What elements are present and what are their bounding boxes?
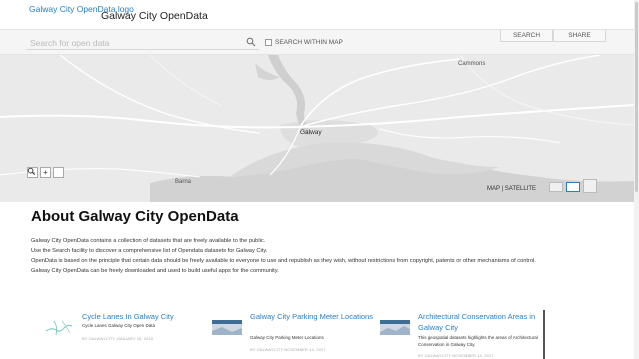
conservation-areas-thumbnail[interactable] <box>380 317 410 339</box>
about-paragraph: Galway City OpenData can be freely downl… <box>31 268 279 274</box>
panel-tabs: SEARCH SHARE <box>500 30 606 42</box>
about-paragraph: Galway City OpenData contains a collecti… <box>31 238 266 244</box>
tab-share[interactable]: SHARE <box>553 30 606 42</box>
search-within-map-label: SEARCH WITHIN MAP <box>275 39 343 46</box>
dataset-description: Cycle Lanes Galway City Open Data <box>82 323 156 328</box>
dataset-title[interactable]: Galway City Parking Meter Locations <box>250 312 375 323</box>
about-paragraph: Use the Search facility to discover a co… <box>31 248 268 254</box>
map-view[interactable]: Cammons Galway Barna – + MAP | SATELLITE <box>0 55 634 202</box>
map-label-cammons: Cammons <box>458 61 486 67</box>
basemap-option-3[interactable] <box>583 179 597 193</box>
map-search-button[interactable] <box>27 167 64 178</box>
site-title[interactable]: Galway City OpenData <box>101 10 208 22</box>
dataset-description: This geospatial datasets highlights the … <box>418 335 538 347</box>
dataset-meta: BY GALWAYCITY NOVEMBER 14, 2017 <box>250 347 326 352</box>
dataset-card[interactable]: Cycle Lanes In Galway City Cycle Lanes G… <box>44 312 209 359</box>
magnifier-icon <box>27 167 36 176</box>
dataset-card[interactable]: Architectural Conservation Areas in Galw… <box>380 312 545 359</box>
basemap-option-2[interactable] <box>566 182 580 192</box>
basemap-option-1[interactable] <box>549 182 563 192</box>
about-paragraph: OpenData is based on the principle that … <box>31 258 536 264</box>
map-label-galway: Galway <box>300 129 322 136</box>
dataset-meta: BY GALWAYCITY NOVEMBER 14, 2017 <box>418 353 494 358</box>
map-satellite-toggle[interactable]: MAP | SATELLITE <box>487 186 536 192</box>
cycle-lanes-thumbnail[interactable] <box>44 317 74 339</box>
about-title: About Galway City OpenData <box>31 208 239 225</box>
zoom-in-button[interactable]: + <box>40 167 51 178</box>
cards-scrollbar[interactable] <box>543 310 545 359</box>
tab-search[interactable]: SEARCH <box>500 30 553 42</box>
map-label-barna: Barna <box>175 179 192 185</box>
search-within-map-toggle[interactable]: SEARCH WITHIN MAP <box>265 39 343 46</box>
map-zoom-controls: – + <box>27 167 64 178</box>
search-input[interactable] <box>26 36 259 50</box>
dataset-title[interactable]: Architectural Conservation Areas in Galw… <box>418 312 543 333</box>
scrollbar-thumb[interactable] <box>635 2 638 192</box>
site-header: Galway City OpenData logo Galway City Op… <box>0 0 639 30</box>
dataset-title[interactable]: Cycle Lanes In Galway City <box>82 312 207 323</box>
search-icon[interactable] <box>246 37 256 47</box>
about-section: About Galway City OpenData Galway City O… <box>31 208 621 276</box>
parking-meter-thumbnail[interactable] <box>212 317 242 339</box>
dataset-meta: BY GALWAYCITY JANUARY 18, 2018 <box>82 336 154 341</box>
dataset-card[interactable]: Galway City Parking Meter Locations Galw… <box>212 312 377 359</box>
page-scrollbar[interactable] <box>634 0 639 359</box>
basemap-switcher <box>549 179 597 193</box>
search-within-map-checkbox[interactable] <box>265 39 272 46</box>
dataset-description: Galway City Parking Meter Locations <box>250 335 324 340</box>
